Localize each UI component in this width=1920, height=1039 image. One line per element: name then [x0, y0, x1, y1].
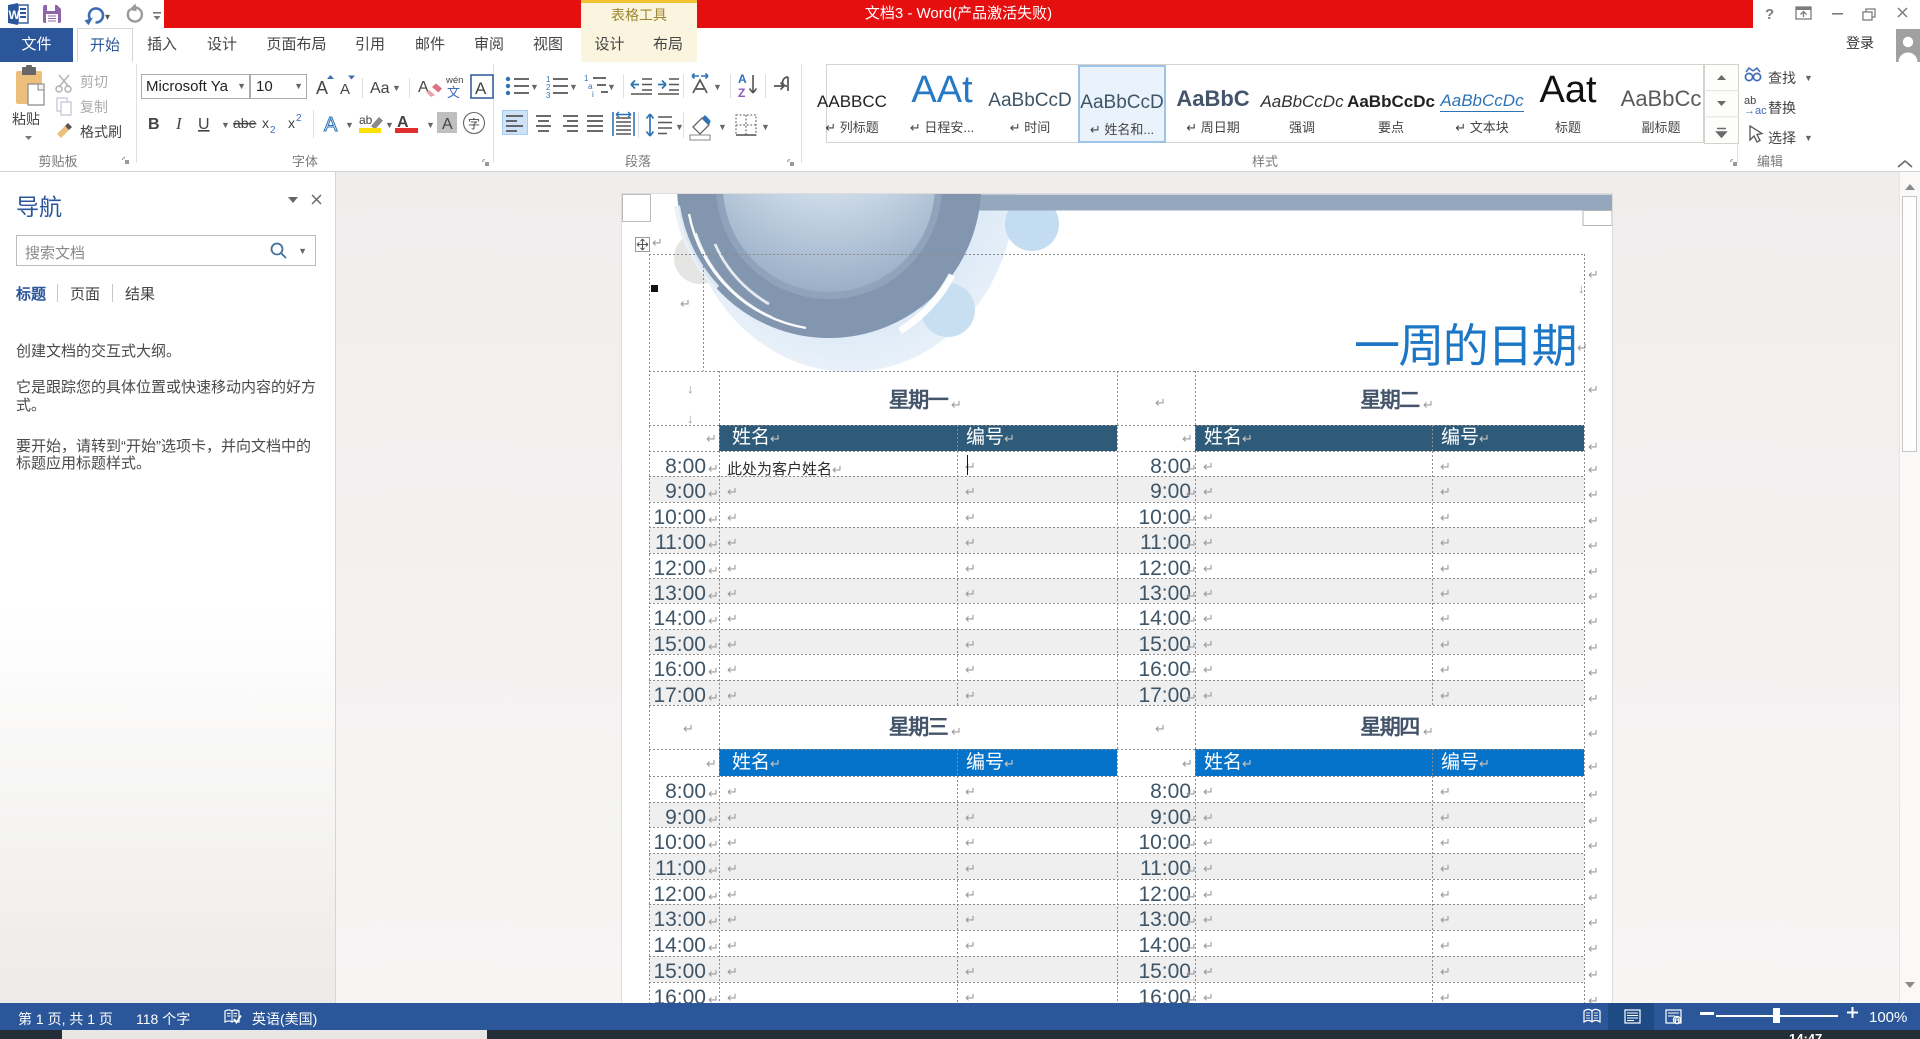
svg-text:2: 2	[296, 113, 302, 124]
svg-text:A: A	[442, 116, 453, 133]
svg-text:i: i	[592, 90, 594, 99]
svg-text:▼: ▼	[761, 122, 770, 132]
svg-text:▼: ▼	[392, 83, 401, 93]
svg-text:U: U	[198, 116, 210, 133]
svg-text:▼: ▼	[713, 82, 722, 92]
svg-text:▼: ▼	[426, 120, 435, 130]
svg-text:格式刷: 格式刷	[80, 124, 122, 140]
svg-text:▼: ▼	[221, 120, 230, 130]
svg-text:abe: abe	[233, 115, 257, 131]
svg-text:A: A	[340, 81, 350, 98]
svg-text:A: A	[316, 78, 328, 98]
svg-text:▼: ▼	[385, 120, 394, 130]
svg-text:▼: ▼	[530, 82, 539, 92]
svg-text:选择: 选择	[1768, 130, 1796, 146]
svg-text:▼: ▼	[1804, 73, 1813, 83]
svg-text:▼: ▼	[718, 122, 727, 132]
svg-text:▼: ▼	[607, 82, 616, 92]
svg-text:I: I	[175, 114, 183, 133]
svg-text:A: A	[324, 114, 338, 136]
svg-text:文: 文	[447, 85, 460, 100]
svg-text:Aa: Aa	[370, 80, 390, 97]
svg-text:W: W	[9, 8, 21, 22]
svg-text:2: 2	[270, 125, 276, 136]
svg-text:A: A	[418, 79, 429, 96]
svg-text:剪切: 剪切	[80, 74, 108, 90]
svg-text:x: x	[288, 115, 295, 131]
svg-text:Z: Z	[738, 86, 745, 100]
svg-text:复制: 复制	[80, 99, 108, 115]
svg-text:▼: ▼	[675, 122, 684, 132]
svg-text:字: 字	[468, 116, 480, 131]
svg-text:ab: ab	[359, 113, 373, 127]
svg-text:A: A	[738, 72, 747, 86]
svg-text:x: x	[262, 115, 269, 131]
svg-text:A: A	[475, 79, 487, 98]
svg-text:?: ?	[1765, 6, 1774, 23]
svg-text:▼: ▼	[1804, 133, 1813, 143]
svg-text:替换: 替换	[1768, 100, 1796, 116]
svg-text:→ac: →ac	[1744, 105, 1767, 117]
svg-text:▼: ▼	[345, 120, 354, 130]
svg-text:▼: ▼	[569, 82, 578, 92]
svg-text:查找: 查找	[1768, 70, 1796, 86]
svg-text:3: 3	[546, 91, 551, 100]
svg-text:B: B	[148, 116, 160, 133]
svg-text:粘贴: 粘贴	[12, 111, 40, 127]
svg-text:▾: ▾	[105, 12, 110, 23]
